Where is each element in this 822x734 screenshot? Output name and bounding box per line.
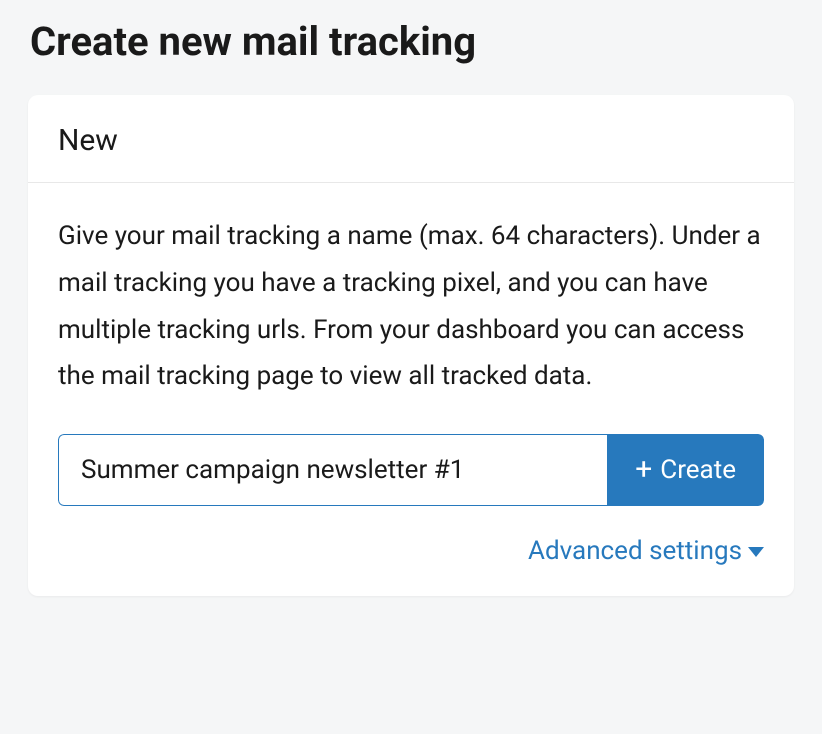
name-input-group: + Create: [58, 434, 764, 506]
caret-down-icon: [748, 547, 764, 557]
advanced-settings-toggle[interactable]: Advanced settings: [528, 536, 764, 566]
card-body: Give your mail tracking a name (max. 64 …: [28, 183, 794, 596]
advanced-settings-row: Advanced settings: [58, 536, 764, 566]
advanced-settings-label: Advanced settings: [528, 536, 742, 566]
create-button-label: Create: [660, 455, 736, 485]
page-title: Create new mail tracking: [0, 0, 822, 95]
card-header: New: [28, 95, 794, 183]
tracking-name-input[interactable]: [58, 434, 607, 506]
card-header-title: New: [58, 123, 764, 158]
create-button[interactable]: + Create: [607, 434, 764, 506]
create-tracking-card: New Give your mail tracking a name (max.…: [28, 95, 794, 596]
description-text: Give your mail tracking a name (max. 64 …: [58, 213, 764, 400]
plus-icon: +: [635, 455, 652, 485]
